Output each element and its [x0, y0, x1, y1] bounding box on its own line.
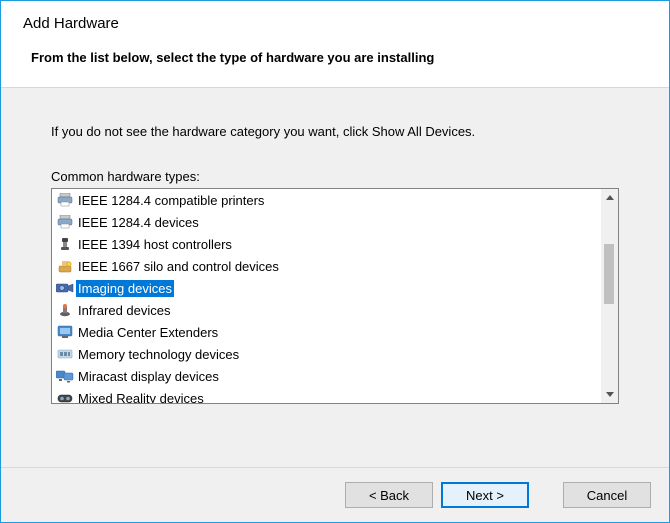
- list-item[interactable]: IEEE 1284.4 devices: [52, 211, 601, 233]
- vertical-scrollbar[interactable]: [601, 189, 618, 403]
- media-icon: [56, 324, 74, 340]
- wizard-footer: < Back Next > Cancel: [1, 467, 669, 522]
- list-item-label: IEEE 1394 host controllers: [76, 236, 234, 253]
- scroll-up-button[interactable]: [601, 189, 618, 206]
- page-instruction: From the list below, select the type of …: [31, 50, 647, 65]
- controller-icon: [56, 236, 74, 252]
- cancel-button[interactable]: Cancel: [563, 482, 651, 508]
- memory-icon: [56, 346, 74, 362]
- list-item-label: Imaging devices: [76, 280, 174, 297]
- list-label: Common hardware types:: [51, 169, 619, 184]
- list-item[interactable]: Memory technology devices: [52, 343, 601, 365]
- list-item-label: Mixed Reality devices: [76, 390, 206, 404]
- printer-icon: [56, 214, 74, 230]
- infrared-icon: [56, 302, 74, 318]
- hint-text: If you do not see the hardware category …: [51, 124, 619, 139]
- list-item[interactable]: Infrared devices: [52, 299, 601, 321]
- back-button[interactable]: < Back: [345, 482, 433, 508]
- list-item-label: IEEE 1284.4 devices: [76, 214, 201, 231]
- list-item-label: Media Center Extenders: [76, 324, 220, 341]
- next-button[interactable]: Next >: [441, 482, 529, 508]
- list-item[interactable]: Mixed Reality devices: [52, 387, 601, 403]
- list-item[interactable]: IEEE 1394 host controllers: [52, 233, 601, 255]
- scroll-down-button[interactable]: [601, 386, 618, 403]
- list-item[interactable]: IEEE 1284.4 compatible printers: [52, 189, 601, 211]
- list-item[interactable]: IEEE 1667 silo and control devices: [52, 255, 601, 277]
- camera-icon: [56, 280, 74, 296]
- display-icon: [56, 368, 74, 384]
- list-item-label: Infrared devices: [76, 302, 173, 319]
- list-item[interactable]: Miracast display devices: [52, 365, 601, 387]
- list-item[interactable]: Imaging devices: [52, 277, 601, 299]
- hardware-listbox[interactable]: IEEE 1284.4 compatible printers IEEE 1284…: [51, 188, 619, 404]
- list-item-label: Miracast display devices: [76, 368, 221, 385]
- printer-icon: [56, 192, 74, 208]
- window-title: Add Hardware: [23, 15, 647, 32]
- list-item[interactable]: Media Center Extenders: [52, 321, 601, 343]
- list-item-label: Memory technology devices: [76, 346, 241, 363]
- mixed-icon: [56, 390, 74, 403]
- list-item-label: IEEE 1667 silo and control devices: [76, 258, 281, 275]
- list-item-label: IEEE 1284.4 compatible printers: [76, 192, 266, 209]
- scrollbar-thumb[interactable]: [604, 244, 614, 304]
- silo-icon: [56, 258, 74, 274]
